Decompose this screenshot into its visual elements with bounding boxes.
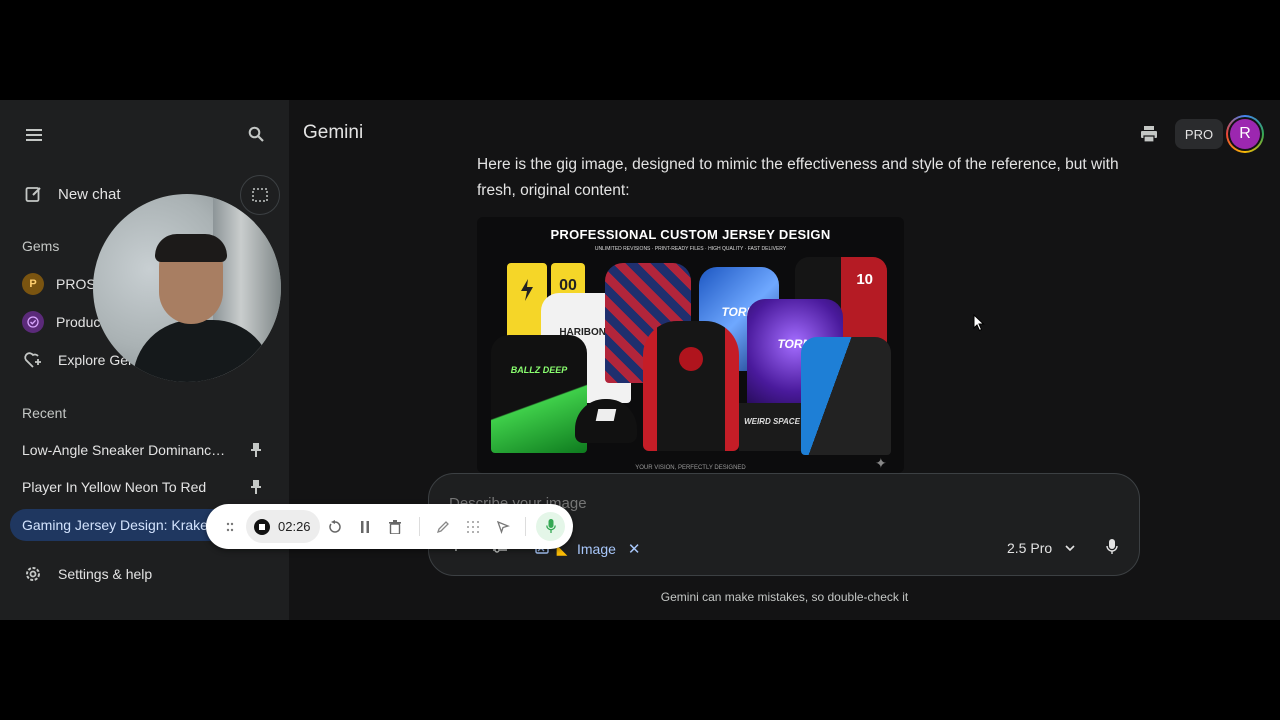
hoodie: [643, 321, 739, 451]
screen-recorder-toolbar: 02:26: [206, 504, 573, 549]
settings-help-label: Settings & help: [58, 566, 153, 582]
sparkle-icon: ✦: [875, 455, 887, 471]
gem-label: Produc: [56, 314, 101, 330]
webcam-overlay: [93, 194, 281, 382]
gem-check-icon: [22, 311, 44, 333]
jersey-green: BALLZ DEEP: [491, 335, 587, 453]
recent-chat-item[interactable]: Low-Angle Sneaker Dominance ...: [22, 441, 272, 461]
search-icon[interactable]: [244, 122, 268, 146]
recent-chat-title: Player In Yellow Neon To Red: [22, 479, 207, 495]
recent-chat-title: Low-Angle Sneaker Dominance ...: [22, 442, 232, 458]
delete-icon[interactable]: [386, 504, 404, 549]
image-subtitle: UNLIMITED REVISIONS · PRINT-READY FILES …: [594, 246, 787, 252]
divider: [525, 517, 526, 536]
mouse-cursor-icon: [973, 313, 985, 337]
shorts: WEIRD SPACE: [739, 403, 805, 451]
account-avatar[interactable]: R: [1226, 115, 1264, 153]
recording-time: 02:26: [278, 519, 311, 534]
new-chat-label: New chat: [58, 185, 121, 203]
response-line: Here is the gig image, designed to mimic…: [477, 156, 1119, 173]
print-icon[interactable]: [1137, 122, 1161, 146]
response-text: Here is the gig image, designed to mimic…: [477, 152, 1137, 204]
jersey-blue-polo: [801, 337, 891, 455]
gear-icon: [22, 563, 44, 585]
model-label: 2.5 Pro: [1007, 540, 1053, 556]
image-tagline: YOUR VISION, PERFECTLY DESIGNED: [635, 465, 746, 471]
microphone-icon[interactable]: [1101, 536, 1123, 558]
recent-chat-item[interactable]: Player In Yellow Neon To Red: [22, 478, 272, 498]
pro-badge[interactable]: PRO: [1175, 119, 1223, 149]
grid-icon[interactable]: [464, 504, 482, 549]
response-line: fresh, original content:: [477, 182, 630, 199]
disclaimer: Gemini can make mistakes, so double-chec…: [660, 590, 909, 604]
pause-icon[interactable]: [356, 504, 374, 549]
gem-item-product[interactable]: Produc: [22, 311, 100, 333]
image-title: PROFESSIONAL CUSTOM JERSEY DESIGN: [550, 227, 831, 242]
gem-avatar: P: [22, 273, 44, 295]
cap: [575, 399, 637, 443]
pin-icon[interactable]: [248, 478, 264, 496]
stop-icon: [254, 518, 270, 535]
heart-sparkle-icon: [22, 349, 44, 371]
person-hair: [155, 234, 227, 262]
recent-heading: Recent: [22, 405, 67, 421]
generated-image[interactable]: PROFESSIONAL CUSTOM JERSEY DESIGN UNLIMI…: [477, 217, 904, 473]
pin-icon[interactable]: [248, 441, 264, 459]
gems-heading: Gems: [22, 238, 60, 254]
divider: [419, 517, 420, 536]
avatar-letter: R: [1230, 119, 1260, 149]
edit-icon: [22, 182, 46, 206]
chevron-down-icon: [1060, 538, 1080, 558]
settings-help-button[interactable]: Settings & help: [22, 563, 152, 585]
image-tool-label: Image: [577, 541, 616, 557]
microphone-on-icon[interactable]: [536, 512, 565, 541]
restart-icon[interactable]: [326, 504, 344, 549]
pointer-icon[interactable]: [494, 504, 512, 549]
stop-recording-button[interactable]: 02:26: [246, 510, 320, 543]
app-title: Gemini: [303, 122, 364, 143]
app-window: New chat Gems P PROSP Produc Explore Gem…: [0, 100, 1280, 620]
model-selector[interactable]: 2.5 Pro: [1007, 538, 1080, 558]
pen-icon[interactable]: [434, 504, 452, 549]
menu-icon[interactable]: [22, 123, 46, 147]
close-icon[interactable]: ✕: [628, 540, 641, 558]
drag-handle-icon[interactable]: [222, 504, 238, 549]
